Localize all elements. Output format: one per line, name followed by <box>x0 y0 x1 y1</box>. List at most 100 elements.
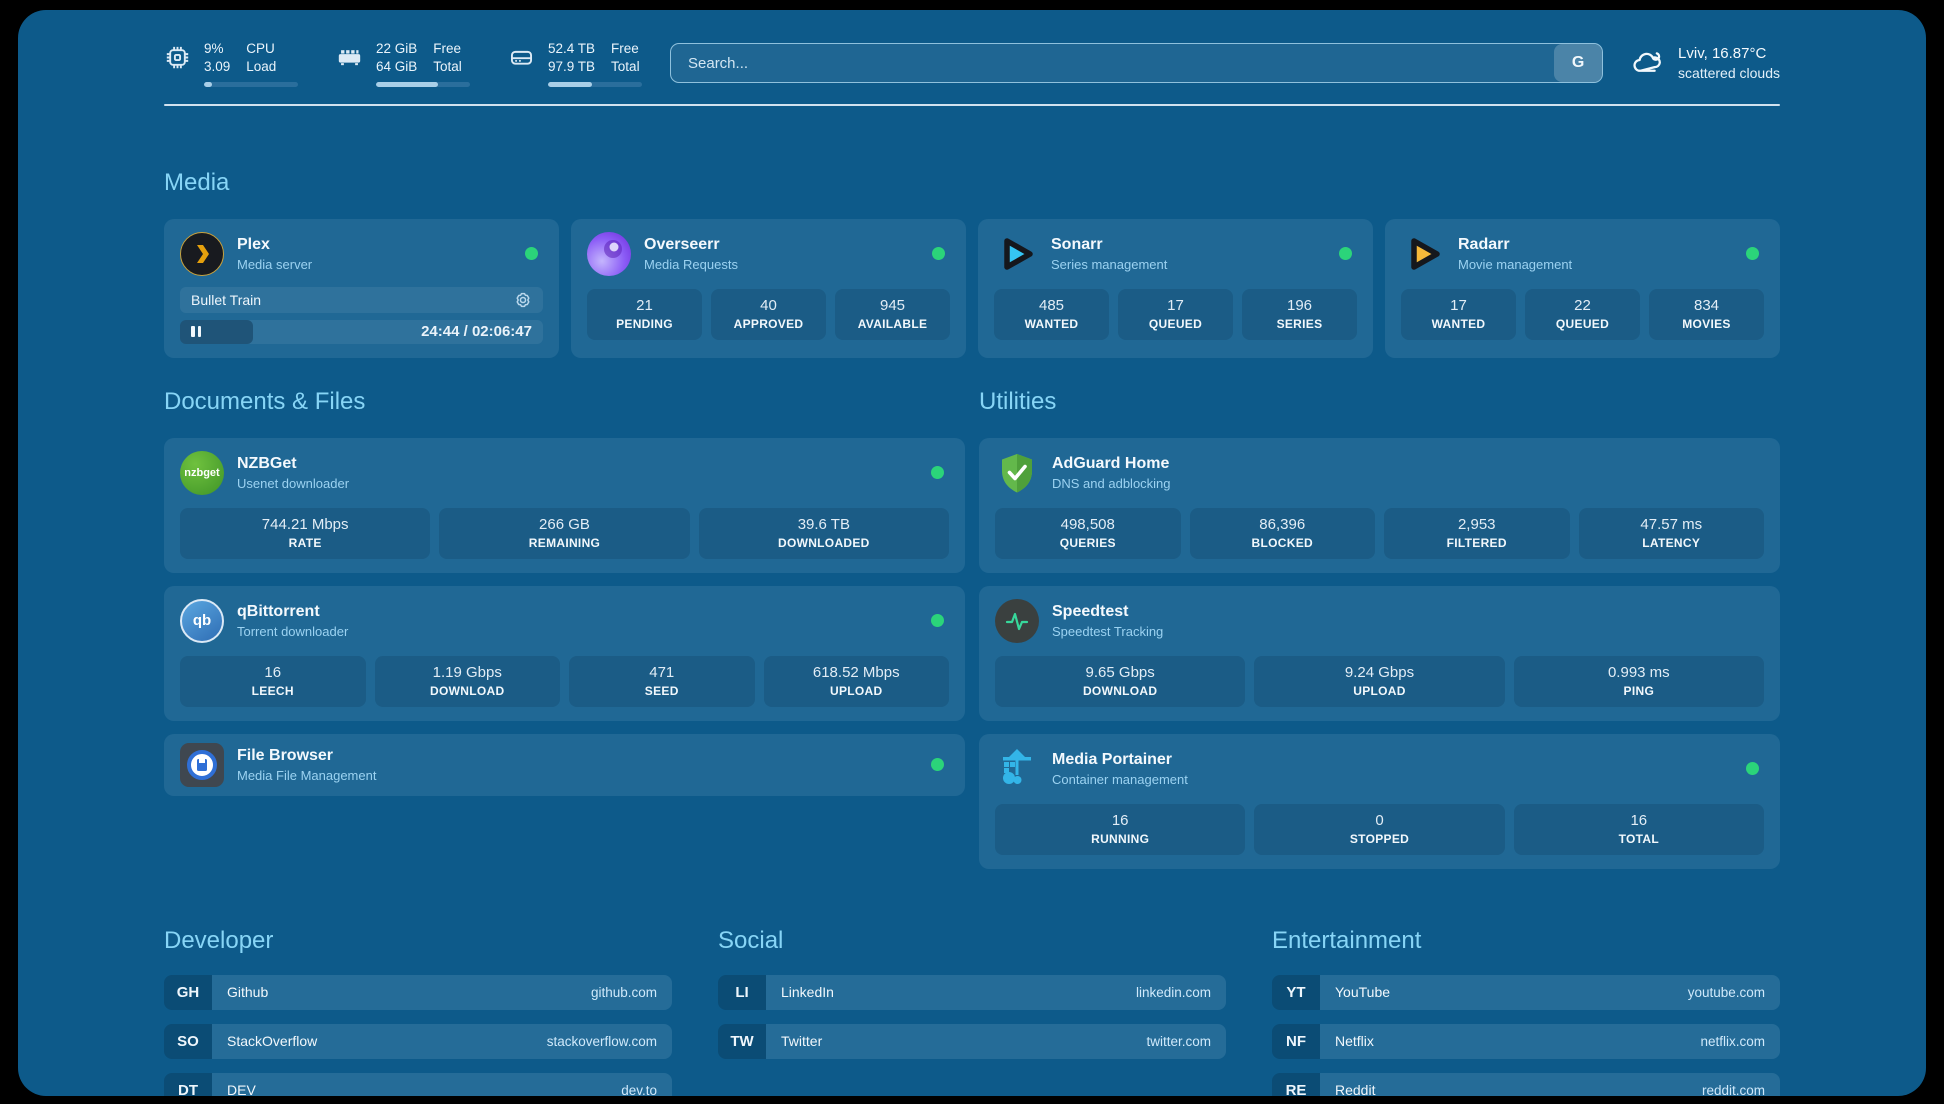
stat-tile: 471 SEED <box>569 656 755 707</box>
status-dot-online <box>931 758 944 771</box>
status-dot-online <box>1746 762 1759 775</box>
stat-value: 16 <box>999 812 1241 829</box>
app-card-qbittorrent[interactable]: qb qBittorrent Torrent downloader 16 LEE… <box>164 586 965 721</box>
section-title-entertainment: Entertainment <box>1272 927 1780 955</box>
stat-tile: 618.52 Mbps UPLOAD <box>764 656 950 707</box>
app-name: Sonarr <box>1051 236 1167 254</box>
app-card-portainer[interactable]: Media Portainer Container management 16 … <box>979 734 1780 869</box>
bookmark-abbr: RE <box>1272 1073 1320 1096</box>
search-engine-button[interactable]: G <box>1554 44 1602 82</box>
stat-label: QUEUED <box>1122 317 1229 331</box>
stat-label: LEECH <box>184 684 362 698</box>
app-card-radarr[interactable]: Radarr Movie management 17 WANTED 22 QUE… <box>1385 219 1780 358</box>
app-card-nzbget[interactable]: nzbget NZBGet Usenet downloader 744.21 M… <box>164 438 965 573</box>
filebrowser-icon <box>180 743 224 787</box>
dashboard: 9% 3.09 CPU Load <box>18 10 1926 1096</box>
radarr-icon <box>1401 232 1445 276</box>
disk-label-2: Total <box>611 58 640 76</box>
app-card-speedtest[interactable]: Speedtest Speedtest Tracking 9.65 Gbps D… <box>979 586 1780 721</box>
ram-label-2: Total <box>433 58 462 76</box>
stat-tile: 0.993 ms PING <box>1514 656 1764 707</box>
bookmark-url: github.com <box>591 985 657 1000</box>
search-bar[interactable]: G <box>670 43 1603 83</box>
plex-icon <box>180 232 224 276</box>
ram-progress-bar <box>376 82 470 87</box>
stat-value: 9.65 Gbps <box>999 664 1241 681</box>
now-playing-row: Bullet Train <box>180 287 543 313</box>
stat-label: AVAILABLE <box>839 317 946 331</box>
stat-tile: 16 TOTAL <box>1514 804 1764 855</box>
bookmark-dev[interactable]: DT DEV dev.to <box>164 1073 672 1096</box>
app-name: Speedtest <box>1052 603 1163 621</box>
app-card-plex[interactable]: Plex Media server Bullet Train 24:44 / 0… <box>164 219 559 358</box>
disk-total: 97.9 TB <box>548 58 595 76</box>
pause-icon[interactable] <box>191 326 201 337</box>
bookmark-abbr: YT <box>1272 975 1320 1010</box>
bookmark-url: stackoverflow.com <box>547 1034 657 1049</box>
bookmark-reddit[interactable]: RE Reddit reddit.com <box>1272 1073 1780 1096</box>
weather-widget: Lviv, 16.87°C scattered clouds <box>1631 44 1780 82</box>
app-subtitle: Media server <box>237 257 312 272</box>
stat-tile: 40 APPROVED <box>711 289 826 340</box>
stat-label: DOWNLOAD <box>379 684 557 698</box>
stat-value: 0 <box>1258 812 1500 829</box>
stat-value: 834 <box>1653 297 1760 314</box>
stat-label: LATENCY <box>1583 536 1761 550</box>
bookmark-name: StackOverflow <box>227 1033 317 1049</box>
screenshot-frame: 9% 3.09 CPU Load <box>0 0 1944 1104</box>
bookmark-name: DEV <box>227 1082 256 1096</box>
stat-label: WANTED <box>998 317 1105 331</box>
bookmark-github[interactable]: GH Github github.com <box>164 975 672 1010</box>
stat-value: 618.52 Mbps <box>768 664 946 681</box>
playback-progress-bar[interactable]: 24:44 / 02:06:47 <box>180 320 543 344</box>
stat-label: RATE <box>184 536 426 550</box>
stat-value: 22 <box>1529 297 1636 314</box>
bookmark-stackoverflow[interactable]: SO StackOverflow stackoverflow.com <box>164 1024 672 1059</box>
stat-tile: 266 GB REMAINING <box>439 508 689 559</box>
bookmark-abbr: NF <box>1272 1024 1320 1059</box>
stat-tile: 1.19 Gbps DOWNLOAD <box>375 656 561 707</box>
app-card-overseerr[interactable]: Overseerr Media Requests 21 PENDING 40 A… <box>571 219 966 358</box>
app-card-adguard[interactable]: AdGuard Home DNS and adblocking 498,508 … <box>979 438 1780 573</box>
ram-label-1: Free <box>433 40 462 58</box>
bookmark-twitter[interactable]: TW Twitter twitter.com <box>718 1024 1226 1059</box>
weather-location-temp: Lviv, 16.87°C <box>1678 44 1780 64</box>
media-grid: Plex Media server Bullet Train 24:44 / 0… <box>164 219 1780 358</box>
cpu-stat: 9% 3.09 CPU Load <box>164 40 298 87</box>
stat-value: 16 <box>184 664 362 681</box>
settings-icon[interactable] <box>514 291 532 309</box>
weather-condition: scattered clouds <box>1678 64 1780 82</box>
stat-value: 0.993 ms <box>1518 664 1760 681</box>
bookmark-url: linkedin.com <box>1136 985 1211 1000</box>
bookmark-name: YouTube <box>1335 984 1390 1000</box>
section-title-developer: Developer <box>164 927 672 955</box>
stat-value: 196 <box>1246 297 1353 314</box>
app-name: Media Portainer <box>1052 751 1188 769</box>
adguard-icon <box>995 451 1039 495</box>
stat-tile: 2,953 FILTERED <box>1384 508 1570 559</box>
header: 9% 3.09 CPU Load <box>164 10 1780 87</box>
header-divider <box>164 104 1780 106</box>
stat-label: DOWNLOAD <box>999 684 1241 698</box>
bookmark-linkedin[interactable]: LI LinkedIn linkedin.com <box>718 975 1226 1010</box>
status-dot-online <box>932 247 945 260</box>
search-input[interactable] <box>671 44 1554 82</box>
stat-value: 1.19 Gbps <box>379 664 557 681</box>
bookmark-url: twitter.com <box>1146 1034 1211 1049</box>
stat-label: PING <box>1518 684 1760 698</box>
status-dot-online <box>1339 247 1352 260</box>
app-card-sonarr[interactable]: Sonarr Series management 485 WANTED 17 Q… <box>978 219 1373 358</box>
bookmark-netflix[interactable]: NF Netflix netflix.com <box>1272 1024 1780 1059</box>
bookmark-name: Twitter <box>781 1033 822 1049</box>
app-card-filebrowser[interactable]: File Browser Media File Management <box>164 734 965 796</box>
stat-tile: 17 WANTED <box>1401 289 1516 340</box>
bookmark-youtube[interactable]: YT YouTube youtube.com <box>1272 975 1780 1010</box>
stat-value: 17 <box>1405 297 1512 314</box>
ram-icon <box>336 44 363 71</box>
app-subtitle: Torrent downloader <box>237 624 348 639</box>
stat-label: UPLOAD <box>1258 684 1500 698</box>
sonarr-icon <box>994 232 1038 276</box>
bookmark-group-developer: Developer GH Github github.com SO StackO… <box>164 927 672 1096</box>
cpu-usage: 9% <box>204 40 230 58</box>
cpu-progress-bar <box>204 82 298 87</box>
